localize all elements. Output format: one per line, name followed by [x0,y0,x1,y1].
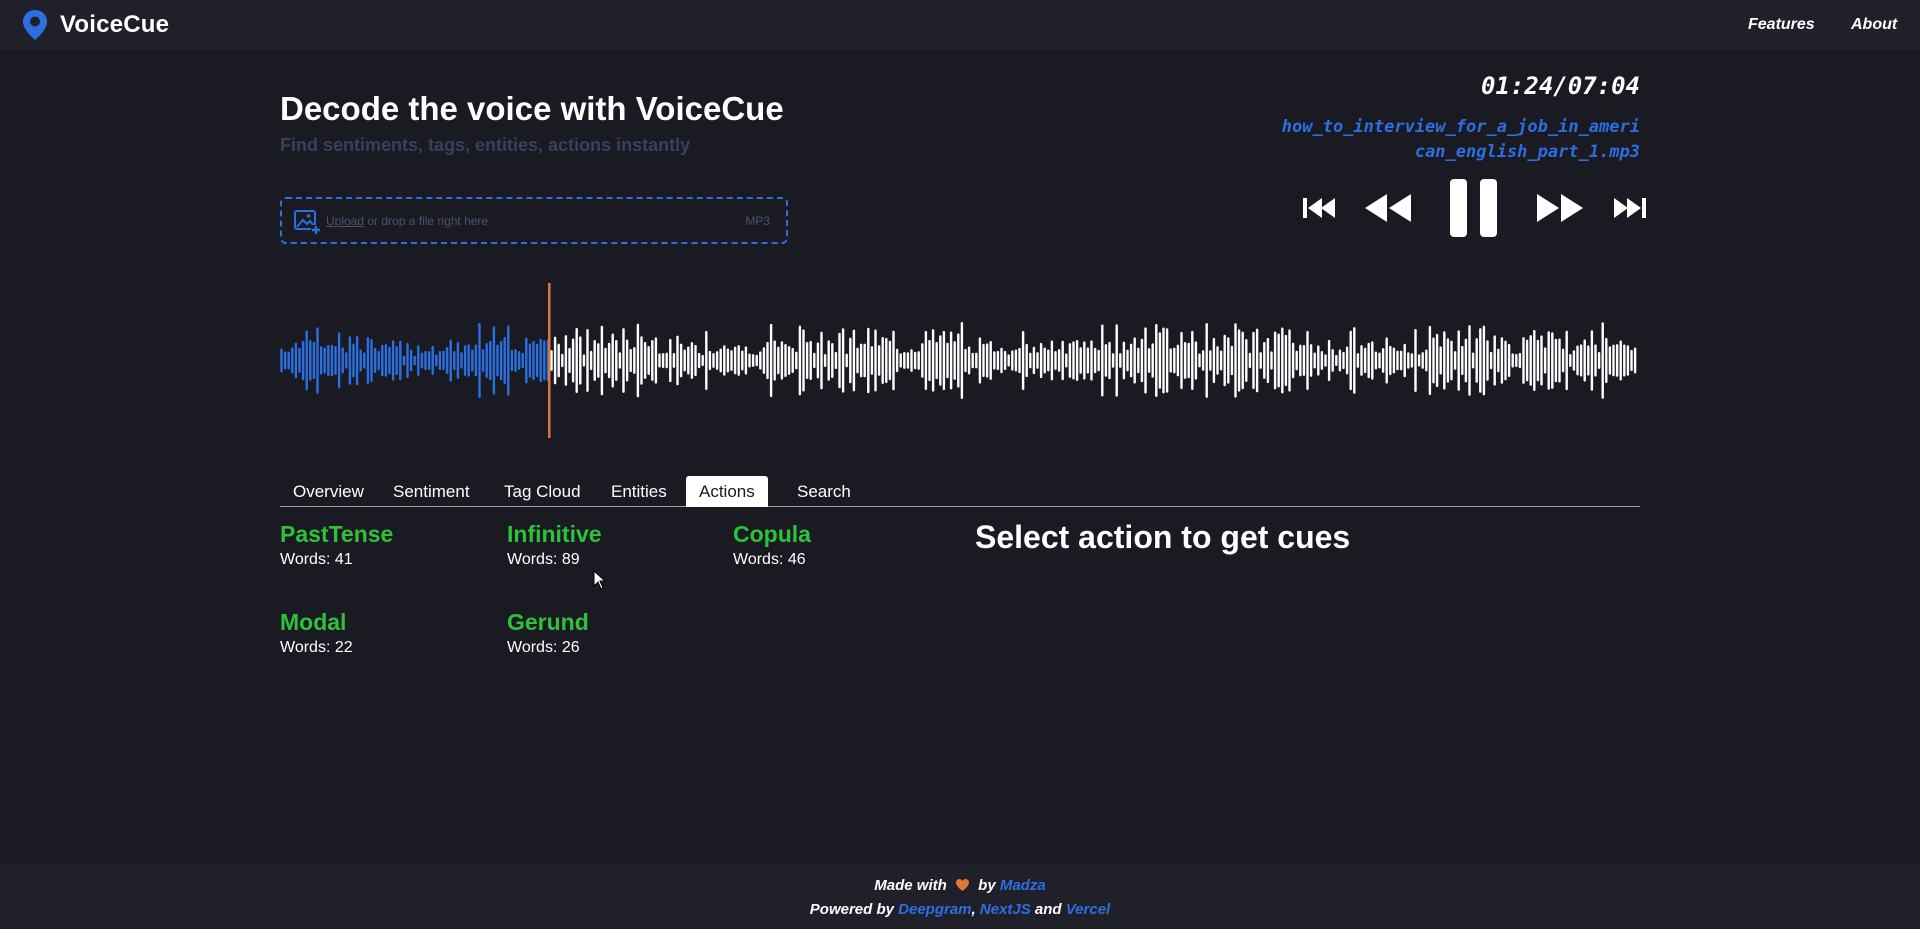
action-word-count: Words: 46 [733,551,806,568]
add-image-icon [293,207,321,235]
action-name: Modal [280,609,347,635]
skip-to-start-icon [1303,198,1335,218]
nav-about-link[interactable]: About [1851,16,1897,34]
page-subtitle: Find sentiments, tags, entities, actions… [280,135,691,155]
nav-features-link[interactable]: Features [1748,16,1815,34]
action-card-copula[interactable]: Copula Words: 46 [733,521,811,569]
select-action-prompt: Select action to get cues [975,519,1351,555]
rewind-button[interactable] [1364,193,1414,223]
waveform[interactable] [280,283,1640,438]
location-pin-icon [22,9,48,41]
file-name: how_to_interview_for_a_job_in_american_e… [1281,117,1640,162]
footer-credits: Made with by Madza [0,877,1920,896]
tab-tag-cloud[interactable]: Tag Cloud [491,476,594,507]
action-word-count: Words: 89 [507,551,580,568]
action-word-count: Words: 26 [507,639,580,656]
action-word-count: Words: 41 [280,551,353,568]
action-name: Copula [733,521,811,547]
page-title: Decode the voice with VoiceCue [280,90,784,127]
author-link[interactable]: Madza [1000,877,1046,894]
and-text: and [1034,901,1062,918]
action-name: Gerund [507,609,589,635]
mouse-pointer-icon [593,569,607,595]
upload-dropzone[interactable]: Upload or drop a file right here MP3 [280,197,788,244]
footer: Made with by Madza Powered by Deepgram, … [0,865,1920,929]
powered-by-text: Powered by [809,901,894,918]
skip-to-start-button[interactable] [1303,197,1337,219]
comma-separator: , [971,901,976,918]
heart-icon [955,878,970,896]
made-with-text: Made with [874,877,947,894]
tab-actions[interactable]: Actions [686,476,768,507]
action-name: PastTense [280,521,394,547]
navbar: VoiceCue Features About [0,0,1920,50]
upload-hint: or drop a file right here [364,213,489,228]
by-text: by [978,877,996,894]
skip-to-end-button[interactable] [1613,197,1647,219]
action-name: Infinitive [507,521,602,547]
tab-search[interactable]: Search [784,476,864,507]
action-card-gerund[interactable]: Gerund Words: 26 [507,609,589,657]
fast-forward-icon [1537,194,1583,222]
tab-entities[interactable]: Entities [598,476,680,507]
action-card-pasttense[interactable]: PastTense Words: 41 [280,521,393,569]
time-readout: 01:24/07:04 [1481,72,1640,100]
app-logo[interactable]: VoiceCue [22,9,169,41]
tab-overview[interactable]: Overview [280,476,377,507]
action-card-modal[interactable]: Modal Words: 22 [280,609,353,657]
action-word-count: Words: 22 [280,639,353,656]
deepgram-link[interactable]: Deepgram [898,901,971,918]
footer-powered-by: Powered by Deepgram, NextJS and Vercel [0,901,1920,918]
tab-bar: Overview Sentiment Tag Cloud Entities Ac… [280,476,1640,507]
app-name: VoiceCue [60,11,170,38]
vercel-link[interactable]: Vercel [1066,901,1110,918]
upload-link[interactable]: Upload [326,214,364,228]
pause-icon [1450,179,1497,237]
rewind-icon [1365,194,1411,222]
tab-sentiment[interactable]: Sentiment [380,476,483,507]
upload-format: MP3 [745,214,770,228]
fast-forward-button[interactable] [1536,193,1586,223]
action-card-infinitive[interactable]: Infinitive Words: 89 [507,521,602,569]
pause-button[interactable] [1449,178,1499,238]
nextjs-link[interactable]: NextJS [980,901,1031,918]
upload-instructions: Upload or drop a file right here [326,214,488,228]
skip-to-end-icon [1614,198,1646,218]
